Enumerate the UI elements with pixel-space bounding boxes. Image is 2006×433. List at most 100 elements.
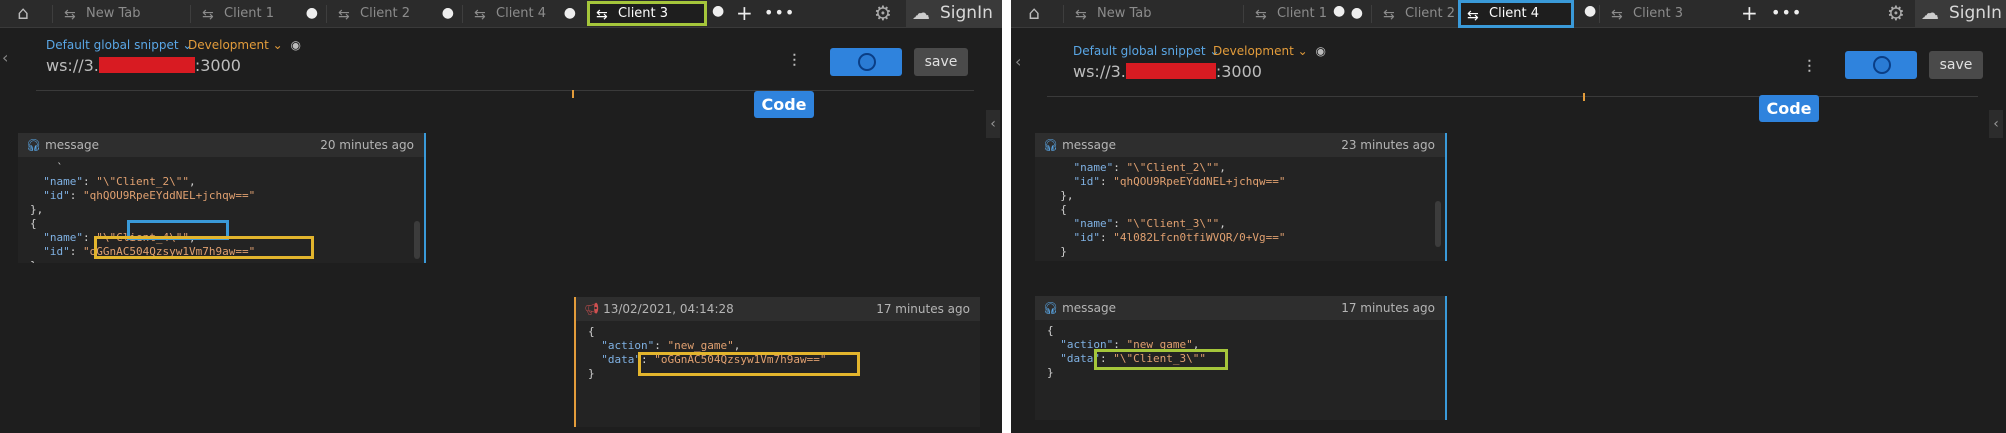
environment-label: Development (1213, 44, 1294, 58)
json-key: "name" (1073, 217, 1114, 230)
websocket-icon: ⇆ (596, 7, 608, 23)
code-line: "action": "new_game", (601, 339, 741, 352)
home-icon[interactable]: ⌂ (1021, 3, 1047, 25)
scrollbar[interactable] (1435, 201, 1441, 247)
message-label: message (45, 138, 99, 152)
websocket-icon: ⇆ (1255, 7, 1267, 23)
connect-toggle[interactable] (1845, 51, 1917, 79)
signin-label: SignIn (1949, 3, 2002, 23)
timeline-marker (1583, 93, 1585, 101)
side-panel-chevron-icon[interactable]: ‹ (986, 110, 1000, 138)
json-key: "name" (43, 231, 83, 244)
tab-client-1[interactable]: ⇆ Client 1 ● (1247, 2, 1371, 25)
environment-selector[interactable]: Development ⌄ ◉ (1213, 44, 1326, 58)
unsaved-dot-icon: ● (1333, 3, 1346, 19)
json-value: "qhQOU9RpeEYddNEL+jchqw==" (1113, 175, 1286, 188)
address-bar: Default global snippet ⌄ Development ⌄ ◉… (1047, 40, 1983, 97)
snippet-selector[interactable]: Default global snippet ⌄ (46, 38, 192, 52)
url-field[interactable]: ws://3.:3000 (1073, 62, 1262, 81)
home-icon[interactable]: ⌂ (10, 3, 36, 25)
tab-separator (1243, 5, 1244, 23)
url-prefix: ws://3. (46, 56, 99, 75)
more-tabs-icon[interactable]: ••• (764, 2, 795, 24)
signin-button[interactable]: ☁ SignIn (1915, 0, 2006, 27)
code-button[interactable]: Code (754, 91, 814, 118)
websocket-icon: ⇆ (1611, 7, 1623, 23)
settings-gear-icon[interactable]: ⚙ (874, 2, 892, 24)
tab-new-tab[interactable]: ⇆ New Tab (1067, 2, 1243, 25)
headphones-icon: 🎧︎ (26, 138, 42, 152)
message-body: { "action": "new_game", "data": "oGGnAC5… (576, 321, 980, 427)
sliders-icon[interactable]: ⫶ (1807, 57, 1812, 78)
save-button[interactable]: save (1929, 51, 1983, 79)
code-line: ` (30, 161, 64, 174)
tab-client-1[interactable]: ⇆ Client 1 ● (194, 2, 326, 25)
tab-separator (326, 5, 327, 23)
new-tab-plus-icon[interactable]: + (736, 2, 753, 24)
unsaved-dot-icon: ● (1350, 5, 1363, 21)
json-key: "name" (43, 175, 83, 188)
tab-label: Client 2 (360, 6, 411, 21)
signin-button[interactable]: ☁ SignIn (906, 0, 1002, 27)
connection-indicator-icon (858, 53, 876, 71)
message-time: 17 minutes ago (1341, 301, 1435, 315)
tab-client-4[interactable]: ⇆ Client 4 ● (466, 2, 584, 25)
message-code: "name": "\"Client_2\"", "id": "qhQOU9Rpe… (1047, 161, 1285, 259)
settings-gear-icon[interactable]: ⚙ (1887, 2, 1905, 24)
url-suffix: :3000 (1215, 62, 1262, 81)
tab-label: Client 1 (1277, 6, 1328, 21)
tab-separator (190, 5, 191, 23)
timeline-marker (572, 90, 574, 98)
sliders-icon[interactable]: ⫶ (792, 51, 797, 72)
tab-client-2[interactable]: ⇆ Client 2 ● (330, 2, 462, 25)
save-button[interactable]: save (914, 48, 968, 76)
left-screenshot-panel: ⌂ ⇆ New Tab ⇆ Client 1 ● ⇆ Client 2 ● ⇆ … (0, 0, 1002, 433)
websocket-icon: ⇆ (1467, 8, 1479, 24)
eye-icon[interactable]: ◉ (1316, 44, 1326, 58)
headphones-icon: 🎧︎ (1043, 138, 1059, 152)
tab-client-3[interactable]: ⇆ Client 3 (1603, 2, 1723, 25)
code-line: "name": "\"Client_2\"", (43, 175, 196, 188)
new-tab-plus-icon[interactable]: + (1741, 2, 1758, 24)
environment-label: Development (188, 38, 269, 52)
message-card[interactable]: 🎧︎ message 23 minutes ago "name": "\"Cli… (1035, 133, 1447, 261)
side-panel-chevron-icon[interactable]: ‹ (1989, 110, 2003, 138)
broadcast-icon: 📢︎ (584, 302, 600, 316)
code-button[interactable]: Code (1759, 95, 1819, 122)
json-key: "name" (1073, 161, 1114, 174)
json-key: "id" (43, 189, 70, 202)
tab-bar: ⌂ ⇆ New Tab ⇆ Client 1 ● ⇆ Client 2 ● ⇆ … (0, 0, 1002, 28)
tab-separator (1063, 5, 1064, 23)
more-tabs-icon[interactable]: ••• (1771, 2, 1802, 24)
code-line: }, (30, 203, 44, 216)
snippet-label: Default global snippet (46, 38, 179, 52)
cloud-sync-icon: ☁ (912, 3, 930, 24)
tab-label: New Tab (1097, 6, 1152, 21)
right-screenshot-panel: ⌂ ⇆ New Tab ⇆ Client 1 ● ⇆ Client 2 ⇆ Cl… (1011, 0, 2006, 433)
tab-separator (52, 5, 53, 23)
tab-bar: ⌂ ⇆ New Tab ⇆ Client 1 ● ⇆ Client 2 ⇆ Cl… (1011, 0, 2006, 28)
eye-icon[interactable]: ◉ (291, 38, 301, 52)
tab-label: Client 3 (618, 6, 669, 21)
message-label: message (1062, 301, 1116, 315)
message-time: 23 minutes ago (1341, 138, 1435, 152)
connection-indicator-icon (1873, 56, 1891, 74)
highlight-box-yellow (94, 236, 314, 259)
json-value: "\"Client_2\"" (96, 175, 189, 188)
chevron-down-icon: ⌄ (1297, 44, 1308, 58)
highlight-box-green (1094, 349, 1228, 370)
message-body: { "action": "new_game", "data": "\"Clien… (1035, 320, 1445, 420)
tab-separator (1599, 5, 1600, 23)
connect-toggle[interactable] (830, 48, 902, 76)
tab-client-4[interactable]: ⇆ Client 4 (1458, 0, 1574, 28)
collapse-left-chevron-icon[interactable]: ‹ (1015, 52, 1021, 71)
snippet-selector[interactable]: Default global snippet ⌄ (1073, 44, 1219, 58)
environment-selector[interactable]: Development ⌄ ◉ (188, 38, 301, 52)
tab-separator (1371, 5, 1372, 23)
redacted-block (98, 57, 195, 73)
scrollbar[interactable] (414, 221, 420, 259)
collapse-left-chevron-icon[interactable]: ‹ (2, 48, 8, 67)
tab-new-tab[interactable]: ⇆ New Tab (56, 2, 190, 25)
tab-client-3[interactable]: ⇆ Client 3 (587, 1, 707, 26)
url-field[interactable]: ws://3.:3000 (46, 56, 241, 75)
